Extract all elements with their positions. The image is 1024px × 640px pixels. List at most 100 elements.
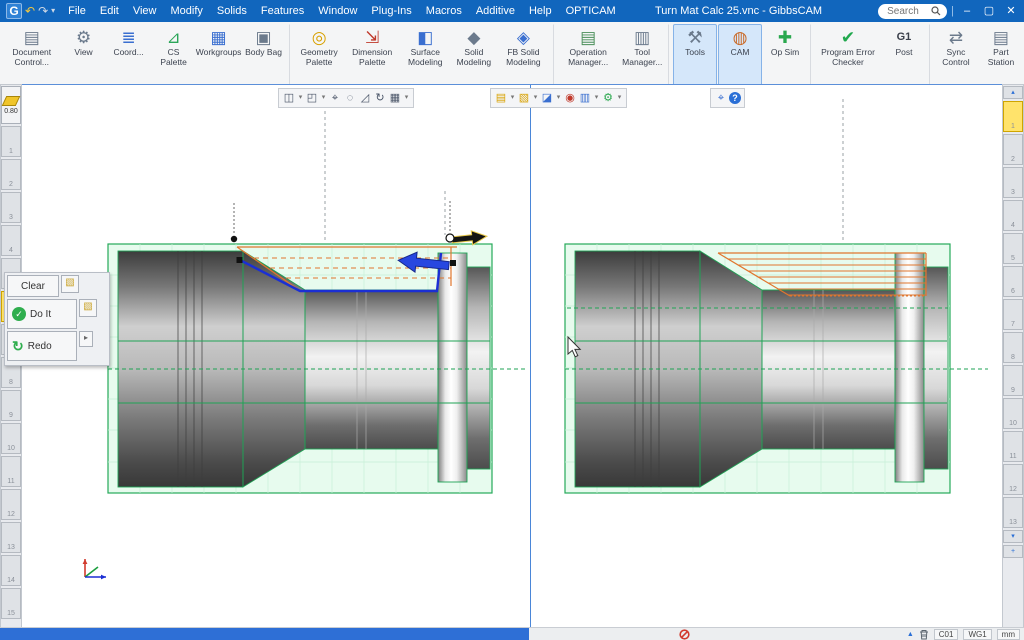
close-button[interactable]: ✕	[1002, 0, 1020, 22]
clear-button[interactable]: Clear	[7, 275, 59, 297]
operation-slot[interactable]: 11	[1003, 431, 1023, 462]
tool-slot[interactable]: 13	[1, 522, 21, 553]
menu-item[interactable]: View	[126, 0, 164, 22]
strip-add-button[interactable]: +	[1003, 545, 1023, 558]
toolbar-icon[interactable]: ▦	[388, 90, 402, 106]
palette-expand-icon[interactable]: ▸	[79, 331, 93, 347]
ribbon-button[interactable]: ⇄ Sync Control	[934, 24, 978, 86]
tool-slot[interactable]: 10	[1, 423, 21, 454]
menu-item[interactable]: Edit	[93, 0, 126, 22]
operation-slot[interactable]: 4	[1003, 200, 1023, 231]
menu-item[interactable]: Window	[311, 0, 364, 22]
path-node[interactable]	[237, 257, 243, 263]
tool-slot[interactable]: 15	[1, 588, 21, 619]
up-arrow-icon[interactable]: ▲	[907, 631, 914, 638]
strip-scroll-up-button[interactable]: ▴	[1003, 86, 1023, 99]
operation-slot[interactable]: 5	[1003, 233, 1023, 264]
ribbon-button[interactable]: ✔ Program Error Checker	[815, 24, 881, 86]
toolbar-icon[interactable]: ⌖	[328, 90, 342, 106]
menu-item[interactable]: Features	[254, 0, 311, 22]
menu-item[interactable]: Solids	[210, 0, 254, 22]
tool-slot[interactable]: 14	[1, 555, 21, 586]
toolbar-icon[interactable]: ◫	[282, 90, 296, 106]
toolbar-icon[interactable]: ▤	[494, 90, 508, 106]
tool-slot[interactable]: 3	[1, 192, 21, 223]
toolbar-icon[interactable]: ▾	[403, 90, 410, 106]
path-start-point[interactable]	[231, 236, 237, 242]
path-node[interactable]	[450, 260, 456, 266]
toolbar-icon[interactable]: ↻	[373, 90, 387, 106]
tool-slot[interactable]: 9	[1, 390, 21, 421]
menu-item[interactable]: OPTICAM	[559, 0, 623, 22]
tool-slot[interactable]: 1	[1, 126, 21, 157]
menu-item[interactable]: File	[61, 0, 93, 22]
ribbon-button[interactable]: ⊿ CS Palette	[152, 24, 196, 86]
toolbar-icon[interactable]: ▾	[297, 90, 304, 106]
ribbon-button[interactable]: ◈ FB Solid Modeling	[497, 24, 554, 86]
operation-slot[interactable]: 2	[1003, 134, 1023, 165]
ribbon-button[interactable]: ≣ Coord...	[107, 24, 151, 86]
toolbar-icon[interactable]: ▾	[616, 90, 623, 106]
maximize-button[interactable]: ▢	[980, 0, 998, 22]
toolbar-icon[interactable]: ⌖	[714, 90, 728, 106]
ribbon-button[interactable]: ⚙ View	[62, 24, 106, 86]
tool-slot[interactable]: 4	[1, 225, 21, 256]
workgroup-badge[interactable]: WG1	[963, 629, 991, 640]
ribbon-button[interactable]: ▣ Body Bag	[242, 24, 290, 86]
toolbar-icon[interactable]: ◰	[305, 90, 319, 106]
menu-item[interactable]: Plug-Ins	[364, 0, 418, 22]
ribbon-button[interactable]: ▤ Part Station	[979, 24, 1023, 86]
toolbar-icon[interactable]: ▾	[509, 90, 516, 106]
toolbar-icon[interactable]: ◉	[563, 90, 577, 106]
menu-item[interactable]: Additive	[469, 0, 522, 22]
undo-icon[interactable]: ↶	[25, 4, 35, 18]
operation-slot[interactable]: 1	[1003, 101, 1023, 132]
toolbar-icon[interactable]: ⚙	[601, 90, 615, 106]
ribbon-button[interactable]: G1 Post	[882, 24, 930, 86]
ribbon-button[interactable]: ⚒ Tools	[673, 24, 717, 86]
minimize-button[interactable]: –	[958, 0, 976, 22]
path-end-point[interactable]	[446, 234, 454, 242]
toolbar-icon[interactable]: ◪	[540, 90, 554, 106]
ribbon-button[interactable]: ✚ Op Sim	[763, 24, 811, 86]
toolbar-icon[interactable]: ?	[729, 92, 741, 104]
quick-access-caret-icon[interactable]: ▾	[51, 4, 55, 18]
ribbon-button[interactable]: ⇲ Dimension Palette	[346, 24, 399, 86]
flow-folder-icon[interactable]: ▧	[61, 275, 79, 293]
app-icon[interactable]: G	[6, 3, 22, 19]
active-tool-tile[interactable]: 0.80	[1, 86, 21, 124]
modeling-canvas[interactable]	[22, 85, 1002, 629]
menu-item[interactable]: Macros	[419, 0, 469, 22]
operation-slot[interactable]: 10	[1003, 398, 1023, 429]
redo-button[interactable]: ↻ Redo	[7, 331, 77, 361]
menu-item[interactable]: Modify	[164, 0, 210, 22]
toolbar-icon[interactable]: ▾	[555, 90, 562, 106]
operation-slot[interactable]: 9	[1003, 365, 1023, 396]
toolbar-icon[interactable]: ▾	[593, 90, 600, 106]
units-badge[interactable]: mm	[997, 629, 1020, 640]
ribbon-button[interactable]: ◎ Geometry Palette	[294, 24, 345, 86]
toolbar-icon[interactable]: ▧	[517, 90, 531, 106]
ribbon-button[interactable]: ◧ Surface Modeling	[400, 24, 451, 86]
operation-slot[interactable]: 8	[1003, 332, 1023, 363]
toolbar-icon[interactable]: ◌	[343, 90, 357, 106]
flow-folder-icon[interactable]: ▧	[79, 299, 97, 317]
toolbar-icon[interactable]: ▥	[578, 90, 592, 106]
operation-slot[interactable]: 13	[1003, 497, 1023, 528]
strip-scroll-down-button[interactable]: ▾	[1003, 530, 1023, 543]
coordinate-system-badge[interactable]: C01	[934, 629, 959, 640]
operation-slot[interactable]: 12	[1003, 464, 1023, 495]
operation-slot[interactable]: 3	[1003, 167, 1023, 198]
ribbon-button[interactable]: ▥ Tool Manager...	[619, 24, 669, 86]
ribbon-button[interactable]: ◆ Solid Modeling	[452, 24, 496, 86]
ribbon-button[interactable]: ▤ Document Control...	[3, 24, 61, 86]
ribbon-button[interactable]: ◍ CAM	[718, 24, 762, 86]
viewport[interactable]: ◫▾◰▾⌖◌◿↻▦▾ ▤▾▧▾◪▾◉▥▾⚙▾ ⌖?	[22, 84, 1002, 628]
operation-slot[interactable]: 7	[1003, 299, 1023, 330]
tool-slot[interactable]: 12	[1, 489, 21, 520]
toolbar-icon[interactable]: ◿	[358, 90, 372, 106]
menu-item[interactable]: Help	[522, 0, 559, 22]
do-it-button[interactable]: ✓ Do It	[7, 299, 77, 329]
ribbon-button[interactable]: ▤ Operation Manager...	[558, 24, 618, 86]
toolbar-icon[interactable]: ▾	[320, 90, 327, 106]
